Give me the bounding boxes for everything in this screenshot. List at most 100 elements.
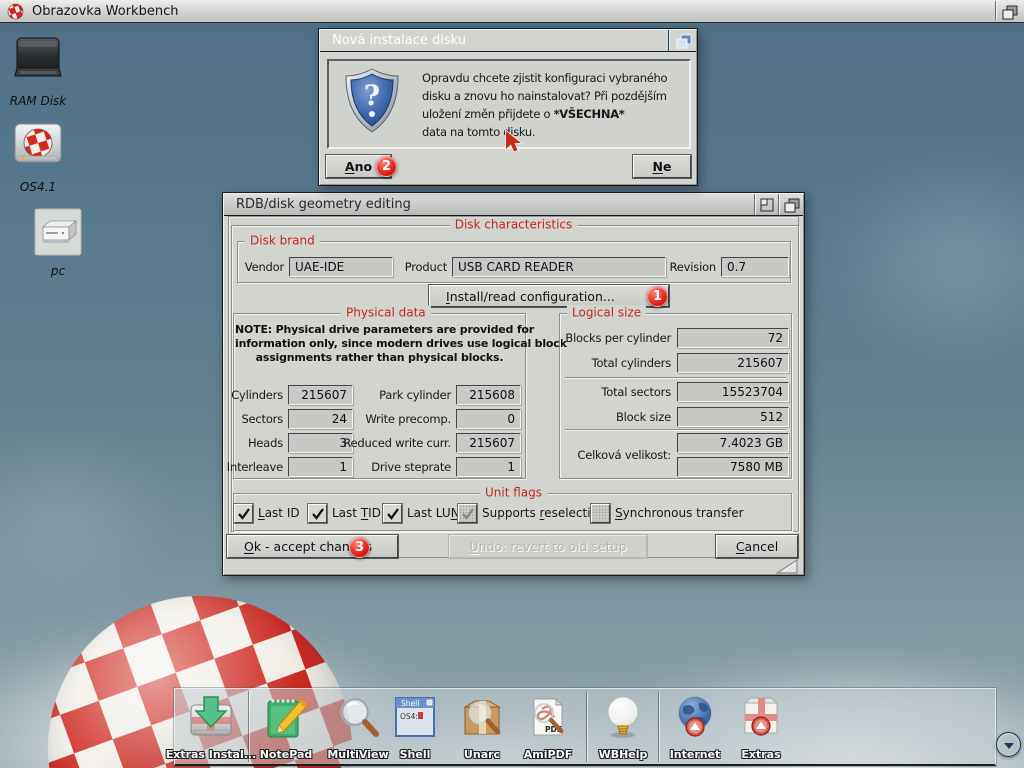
total-cylinders-label: Total cylinders bbox=[592, 353, 671, 373]
total-cylinders-field[interactable]: 215607 bbox=[677, 353, 789, 373]
checkbox-last-id[interactable] bbox=[234, 504, 253, 523]
rdb-depth-gadget[interactable] bbox=[780, 194, 804, 215]
desktop-icon-os41[interactable]: OS4.1 bbox=[8, 118, 68, 194]
check-icon bbox=[311, 507, 325, 521]
shell-icon: Shell OS4: bbox=[391, 693, 439, 745]
dialog-titlebar[interactable]: Nová instalace disku bbox=[320, 30, 696, 52]
desktop-icon-ramdisk[interactable]: RAM Disk bbox=[8, 32, 68, 108]
rdb-titlebar[interactable]: RDB/disk geometry editing bbox=[224, 194, 803, 216]
sectors-field[interactable]: 24 bbox=[288, 409, 353, 429]
titlebar-separator bbox=[668, 30, 669, 51]
blocks-per-cylinder-field[interactable]: 72 bbox=[677, 328, 789, 348]
dialog-title: Nová instalace disku bbox=[332, 33, 466, 48]
heads-label: Heads bbox=[248, 433, 283, 453]
vendor-label: Vendor bbox=[245, 257, 284, 277]
multiview-icon bbox=[334, 693, 382, 745]
vendor-field[interactable]: UAE-IDE bbox=[289, 257, 393, 277]
dock-item-label: Internet bbox=[670, 748, 721, 761]
notepad-icon bbox=[262, 693, 310, 745]
no-button[interactable]: Ne bbox=[633, 155, 691, 178]
dock-item-wbhelp[interactable]: WBHelp bbox=[588, 693, 658, 763]
group-label-disk-characteristics: Disk characteristics bbox=[450, 217, 578, 231]
checkbox-label-last-tid: Last TID bbox=[332, 504, 381, 523]
emphasized-text: *VŠECHNA* bbox=[554, 107, 625, 121]
dock-hide-button[interactable] bbox=[996, 732, 1021, 757]
undo-revert-button: Undo: revert to old setup bbox=[449, 535, 647, 558]
dock-item-label: AmiPDF bbox=[524, 748, 572, 761]
install-read-configuration-button[interactable]: Install/read configuration... bbox=[429, 285, 669, 307]
write-precomp-label: Write precomp. bbox=[365, 409, 451, 429]
dock-separator bbox=[658, 691, 659, 762]
zoom-icon bbox=[759, 197, 775, 213]
sectors-label: Sectors bbox=[241, 409, 283, 429]
wbhelp-bulb-icon bbox=[599, 693, 647, 745]
revision-field[interactable]: 0.7 bbox=[721, 257, 789, 277]
dialog-depth-gadget[interactable] bbox=[671, 30, 697, 51]
dock-item-extras-installer[interactable]: Extras Instal... bbox=[176, 693, 246, 763]
dialog-message-line1: Opravdu chcete zjistit konfiguraci vybra… bbox=[422, 69, 667, 87]
cancel-button[interactable]: Cancel bbox=[716, 535, 798, 558]
drive-steprate-field[interactable]: 1 bbox=[456, 457, 521, 477]
check-icon bbox=[237, 507, 251, 521]
extras-installer-icon bbox=[187, 693, 235, 745]
dock-item-label: WBHelp bbox=[599, 748, 648, 761]
unarc-icon bbox=[458, 693, 506, 745]
new-disk-install-dialog: Nová instalace disku ? Opravdu bbox=[318, 28, 698, 186]
dock-item-extras[interactable]: Extras bbox=[726, 693, 796, 763]
group-label-physical-data: Physical data bbox=[341, 305, 431, 319]
checkbox-last-tid[interactable] bbox=[308, 504, 327, 523]
group-label-disk-brand: Disk brand bbox=[245, 233, 320, 247]
dock-item-amipdf[interactable]: PDF AmiPDF bbox=[513, 693, 583, 763]
desktop-icon-pc[interactable]: pc bbox=[30, 208, 86, 278]
dock-item-notepad[interactable]: NotePad bbox=[251, 693, 321, 763]
park-cylinder-label: Park cylinder bbox=[379, 385, 451, 405]
dock-item-internet[interactable]: Internet bbox=[660, 693, 730, 763]
total-sectors-field[interactable]: 15523704 bbox=[677, 382, 789, 402]
window-resize-gadget[interactable] bbox=[776, 559, 798, 574]
dock-item-label: NotePad bbox=[260, 748, 313, 761]
screen-title: Obrazovka Workbench bbox=[32, 4, 178, 19]
titlebar-separator bbox=[754, 194, 755, 215]
annotation-badge-3: 3 bbox=[349, 537, 370, 558]
dock-item-unarc[interactable]: Unarc bbox=[447, 693, 517, 763]
logical-separator bbox=[565, 377, 786, 379]
check-icon bbox=[461, 507, 475, 521]
reduced-write-curr-label: Reduced write curr. bbox=[343, 433, 451, 453]
ramdisk-drive-icon bbox=[12, 32, 64, 88]
product-field[interactable]: USB CARD READER bbox=[452, 257, 666, 277]
total-size-gb-field: 7.4023 GB bbox=[677, 433, 789, 453]
product-label: Product bbox=[405, 257, 447, 277]
blocks-per-cylinder-label: Blocks per cylinder bbox=[565, 328, 671, 348]
park-cylinder-field[interactable]: 215608 bbox=[456, 385, 521, 405]
checkbox-label-synchronous-transfer: Synchronous transfer bbox=[615, 504, 744, 523]
pc-drive-icon bbox=[34, 208, 82, 258]
checkbox-supports-reselection bbox=[458, 504, 477, 523]
ok-accept-changes-button[interactable]: Ok - accept changes bbox=[227, 535, 398, 558]
screen-depth-gadget[interactable] bbox=[998, 1, 1022, 22]
rdb-zoom-gadget[interactable] bbox=[756, 194, 778, 215]
total-sectors-label: Total sectors bbox=[601, 382, 671, 402]
checkbox-last-lun[interactable] bbox=[383, 504, 402, 523]
dock-item-label: Unarc bbox=[464, 748, 500, 761]
dock-item-shell[interactable]: Shell OS4: Shell bbox=[380, 693, 450, 763]
depth-icon bbox=[675, 33, 693, 49]
rdb-window: RDB/disk geometry editing Disk character… bbox=[222, 192, 805, 576]
interleave-label: Interleave bbox=[227, 457, 283, 477]
total-size-mb-field: 7580 MB bbox=[677, 457, 789, 477]
amiga-boing-icon bbox=[7, 3, 24, 20]
reduced-write-curr-field[interactable]: 215607 bbox=[456, 433, 521, 453]
group-label-logical-size: Logical size bbox=[567, 305, 646, 319]
checkbox-label-last-lun: Last LUN bbox=[407, 504, 460, 523]
write-precomp-field[interactable]: 0 bbox=[456, 409, 521, 429]
screen-titlebar[interactable]: Obrazovka Workbench bbox=[0, 0, 1024, 23]
interleave-field[interactable]: 1 bbox=[288, 457, 353, 477]
cylinders-field[interactable]: 215607 bbox=[288, 385, 353, 405]
os41-drive-icon bbox=[12, 118, 64, 174]
annotation-badge-2: 2 bbox=[376, 156, 397, 177]
depth-icon bbox=[783, 197, 801, 213]
checkbox-label-supports-reselection: Supports reselection bbox=[482, 504, 606, 523]
block-size-field[interactable]: 512 bbox=[677, 407, 789, 427]
svg-text:?: ? bbox=[364, 79, 380, 112]
physical-note-line1: NOTE: Physical drive parameters are prov… bbox=[235, 323, 524, 336]
cloud bbox=[820, 150, 1024, 370]
